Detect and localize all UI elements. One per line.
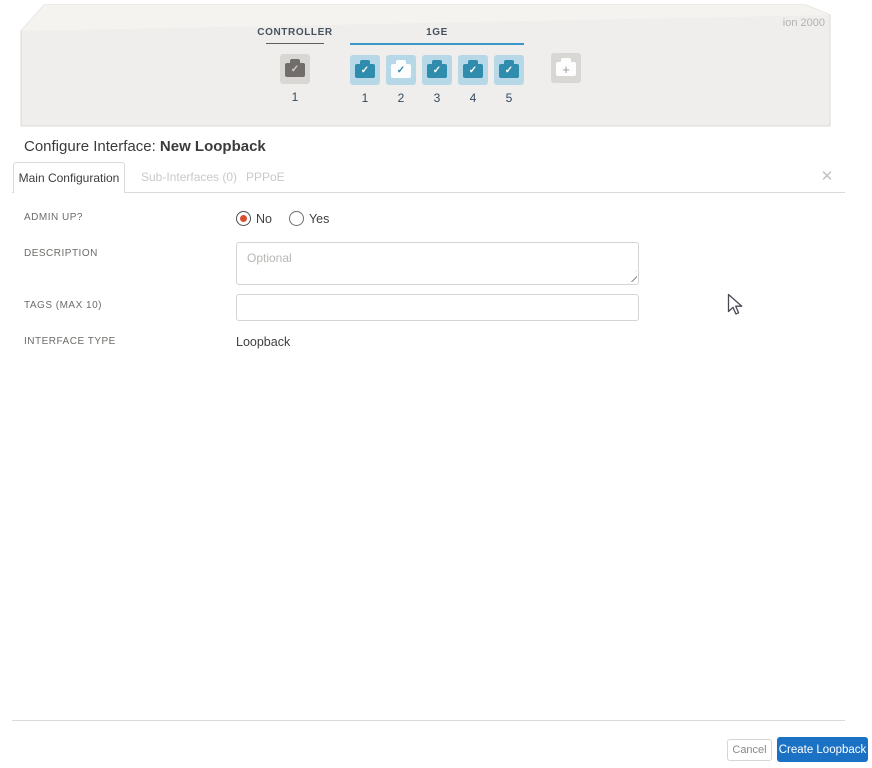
admin-up-label: ADMIN UP?: [24, 212, 83, 223]
admin-up-radio-group: No Yes: [236, 211, 329, 226]
port-number: 3: [433, 91, 441, 105]
controller-group-underline: [266, 43, 324, 44]
interface-type-label: INTERFACE TYPE: [24, 336, 116, 347]
one-ge-port-3[interactable]: ✓: [422, 55, 452, 85]
cancel-button[interactable]: Cancel: [727, 739, 772, 761]
one-ge-group-label: 1GE: [426, 27, 448, 38]
one-ge-port-2[interactable]: ✓: [386, 55, 416, 85]
check-icon: ✓: [290, 64, 300, 75]
close-icon[interactable]: ✕: [818, 168, 836, 186]
radio-no-label: No: [256, 211, 272, 226]
one-ge-group-underline: [350, 43, 524, 45]
port-number: 5: [505, 91, 513, 105]
tags-label: TAGS (MAX 10): [24, 300, 102, 311]
port-jack-icon: ✓: [463, 60, 483, 78]
one-ge-port-1[interactable]: ✓: [350, 55, 380, 85]
dialog-title-prefix: Configure Interface:: [24, 138, 160, 155]
one-ge-port-5[interactable]: ✓: [494, 55, 524, 85]
interface-type-value: Loopback: [236, 335, 291, 349]
controller-port-group: CONTROLLER ✓ 1: [255, 26, 335, 104]
dialog-title-name: New Loopback: [159, 138, 266, 155]
check-icon: ✓: [504, 65, 514, 76]
port-jack-icon: ✓: [499, 60, 519, 78]
check-icon: ✓: [396, 65, 406, 76]
port-jack-icon: +: [556, 58, 576, 77]
dialog-title: Configure Interface: New Loopback: [24, 138, 266, 155]
controller-port-number: 1: [291, 90, 299, 104]
one-ge-port-group: 1GE ✓ ✓ ✓ ✓ ✓ 1 2 3 4 5: [350, 26, 524, 105]
create-loopback-button[interactable]: Create Loopback: [777, 737, 868, 762]
port-jack-icon: ✓: [355, 60, 375, 78]
radio-yes-label: Yes: [308, 211, 330, 226]
tab-main-configuration[interactable]: Main Configuration: [13, 162, 125, 193]
radio-unselected-icon[interactable]: [288, 211, 304, 226]
port-number: 4: [469, 91, 477, 105]
check-icon: ✓: [360, 65, 370, 76]
mouse-cursor: [727, 293, 743, 315]
controller-port-1[interactable]: ✓: [280, 54, 310, 84]
port-jack-icon: ✓: [285, 59, 305, 77]
check-icon: ✓: [432, 65, 442, 76]
port-jack-icon: ✓: [391, 60, 411, 78]
tab-pppoe[interactable]: PPPoE: [246, 162, 285, 193]
check-icon: ✓: [468, 65, 478, 76]
admin-up-radio-yes[interactable]: Yes: [288, 211, 330, 226]
port-jack-icon: ✓: [427, 60, 447, 78]
description-textarea[interactable]: [236, 242, 639, 285]
tabbar-divider: [12, 192, 845, 193]
plus-icon: +: [562, 61, 570, 77]
description-label: DESCRIPTION: [24, 248, 98, 259]
add-interface-button[interactable]: +: [551, 53, 581, 83]
one-ge-port-4[interactable]: ✓: [458, 55, 488, 85]
device-model-label: ion 2000: [782, 17, 825, 29]
controller-group-label: CONTROLLER: [257, 27, 333, 38]
port-number: 2: [397, 91, 405, 105]
admin-up-radio-no[interactable]: No: [236, 211, 272, 226]
tags-input[interactable]: [236, 294, 639, 321]
radio-selected-icon[interactable]: [236, 211, 251, 226]
device-panel: ion 2000 CONTROLLER ✓ 1 1GE ✓ ✓ ✓ ✓ ✓ 1 …: [0, 0, 872, 130]
tab-sub-interfaces[interactable]: Sub-Interfaces (0): [141, 162, 237, 193]
footer-divider: [12, 720, 845, 721]
port-number: 1: [361, 91, 369, 105]
